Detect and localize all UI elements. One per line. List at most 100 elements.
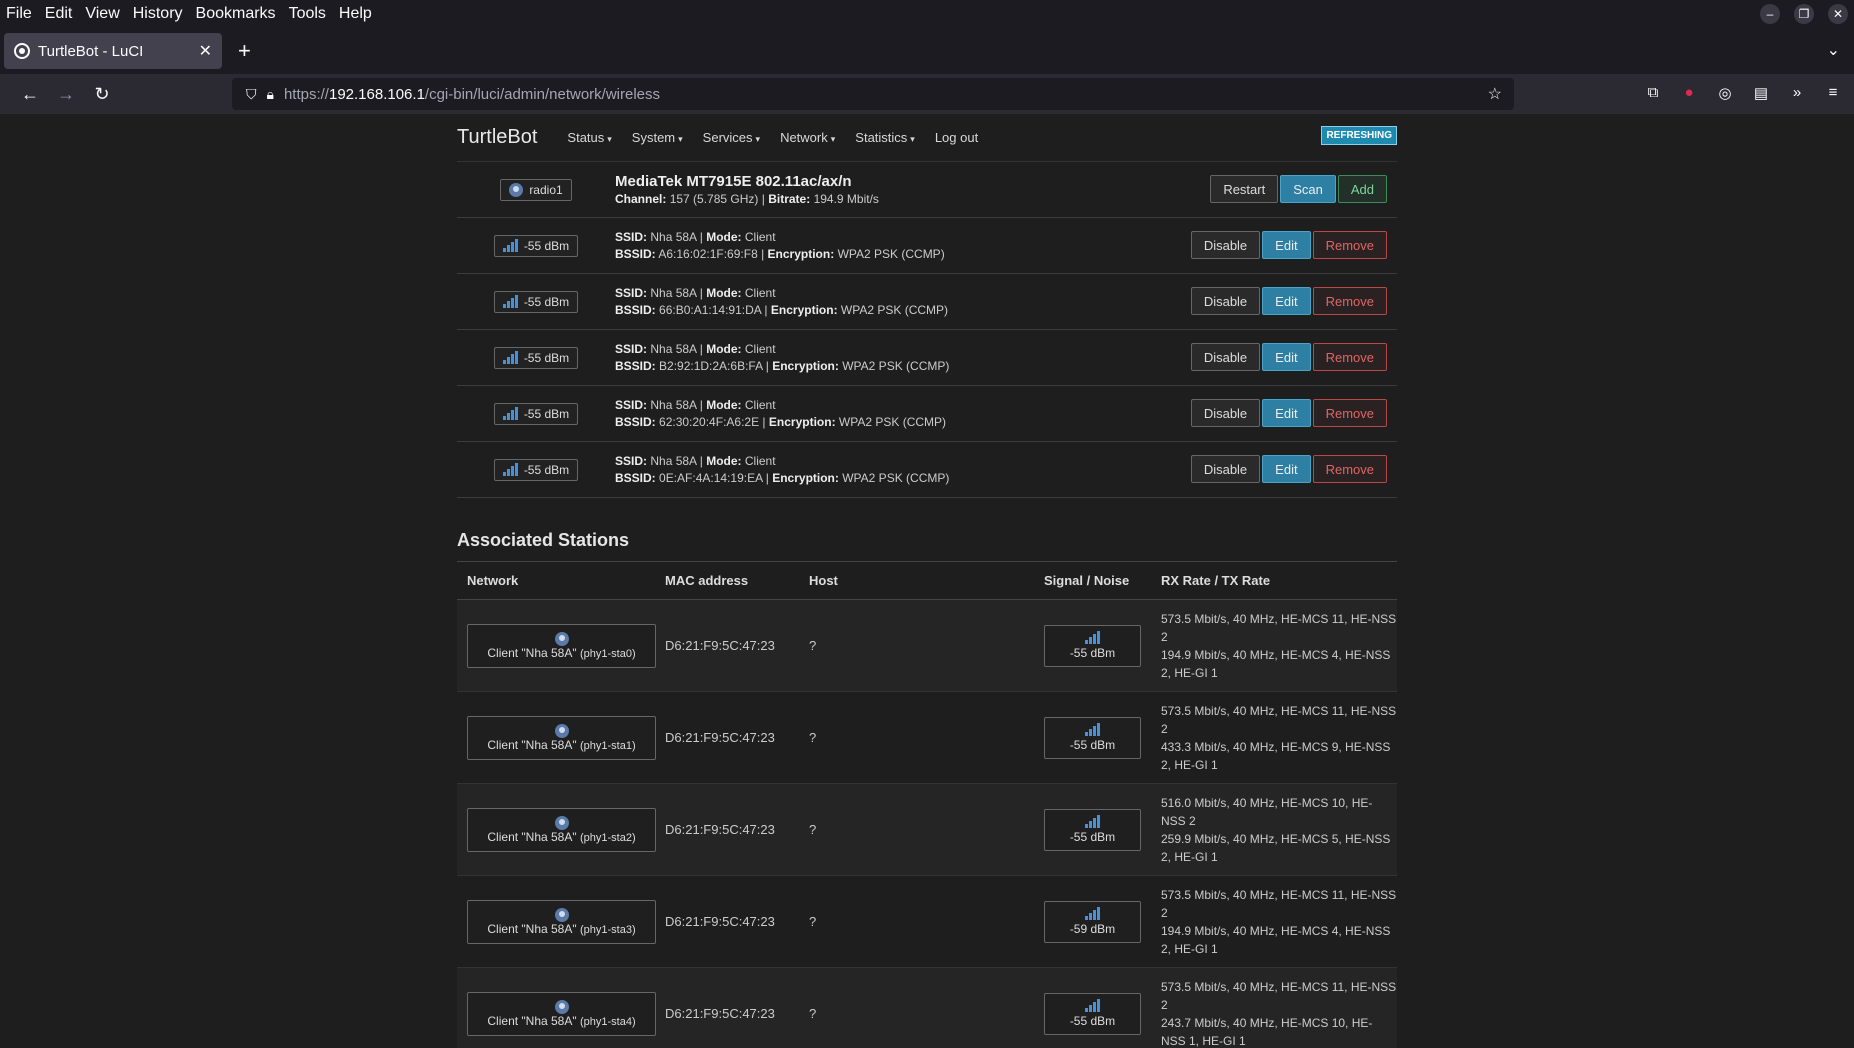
- signal-bars-icon: [502, 463, 518, 476]
- nav-statistics[interactable]: Statistics ▾: [855, 130, 915, 145]
- antenna-icon: [554, 631, 569, 646]
- nav-bar: ← → ↻ ⛉ 🔒︎ https://192.168.106.1/cgi-bin…: [0, 74, 1854, 114]
- hamburger-menu-icon[interactable]: ≡: [1824, 84, 1842, 102]
- disable-button[interactable]: Disable: [1190, 455, 1261, 483]
- network-badge[interactable]: Client "Nha 58A" (phy1-sta1): [467, 715, 656, 760]
- rx-rate: 516.0 Mbit/s, 40 MHz, HE-MCS 10, HE-NSS …: [1161, 795, 1373, 828]
- minimize-icon[interactable]: –: [1760, 4, 1780, 24]
- edit-button[interactable]: Edit: [1262, 287, 1311, 315]
- browser-tab[interactable]: TurtleBot - LuCI ✕: [4, 33, 222, 69]
- network-badge[interactable]: Client "Nha 58A" (phy1-sta2): [467, 807, 656, 852]
- tx-rate: 259.9 Mbit/s, 40 MHz, HE-MCS 5, HE-NSS 2…: [1161, 831, 1391, 864]
- window-controls: – ❐ ✕: [1760, 4, 1848, 24]
- edit-button[interactable]: Edit: [1262, 399, 1311, 427]
- remove-button[interactable]: Remove: [1312, 399, 1387, 427]
- add-button[interactable]: Add: [1337, 175, 1387, 203]
- signal-strength: -55 dBm: [523, 238, 570, 253]
- brand[interactable]: TurtleBot: [457, 126, 537, 149]
- rx-tx-rate: 573.5 Mbit/s, 40 MHz, HE-MCS 11, HE-NSS …: [1161, 978, 1397, 1048]
- nav-network[interactable]: Network ▾: [780, 130, 835, 145]
- remove-button[interactable]: Remove: [1312, 231, 1387, 259]
- mode-value: Client: [744, 229, 776, 244]
- forward-icon[interactable]: →: [48, 84, 84, 105]
- remove-button[interactable]: Remove: [1312, 455, 1387, 483]
- tab-bar: TurtleBot - LuCI ✕ + ⌄: [0, 28, 1854, 74]
- tab-title: TurtleBot - LuCI: [38, 42, 144, 60]
- privacy-glasses-icon[interactable]: ◎: [1716, 84, 1734, 102]
- mac-address: D6:21:F9:5C:47:23: [665, 822, 775, 837]
- menu-file[interactable]: File: [6, 5, 32, 23]
- ssid-value: Nha 58A: [650, 397, 697, 412]
- edit-button[interactable]: Edit: [1262, 455, 1311, 483]
- signal-badge: -55 dBm: [493, 402, 579, 425]
- antenna-icon: [509, 182, 524, 197]
- disable-button[interactable]: Disable: [1190, 399, 1261, 427]
- menu-view[interactable]: View: [85, 5, 119, 23]
- col-host: Host: [809, 573, 838, 588]
- radio-actions: Restart Scan Add: [1210, 175, 1387, 203]
- restore-icon[interactable]: ❐: [1794, 4, 1814, 24]
- signal-bars-icon: [502, 239, 518, 252]
- menu-tools[interactable]: Tools: [289, 5, 326, 23]
- reader-icon[interactable]: ▤: [1752, 84, 1770, 102]
- nav-status[interactable]: Status ▾: [567, 130, 611, 145]
- rx-rate: 573.5 Mbit/s, 40 MHz, HE-MCS 11, HE-NSS …: [1161, 887, 1397, 920]
- url-text[interactable]: https://192.168.106.1/cgi-bin/luci/admin…: [284, 86, 660, 103]
- bookmark-star-icon[interactable]: ☆: [1488, 84, 1502, 104]
- signal-strength: -55 dBm: [523, 406, 570, 421]
- close-tab-icon[interactable]: ✕: [199, 41, 212, 61]
- network-badge[interactable]: Client "Nha 58A" (phy1-sta4): [467, 991, 656, 1036]
- menu-history[interactable]: History: [133, 5, 183, 23]
- url-bar[interactable]: ⛉ 🔒︎ https://192.168.106.1/cgi-bin/luci/…: [232, 78, 1514, 110]
- luci-page: TurtleBot Status ▾ System ▾ Services ▾ Netw…: [0, 114, 1854, 1048]
- restart-button[interactable]: Restart: [1210, 175, 1279, 203]
- signal-bars-icon: [1085, 631, 1100, 644]
- lock-icon[interactable]: 🔒︎: [267, 86, 274, 103]
- menu-bookmarks[interactable]: Bookmarks: [196, 5, 276, 23]
- radio-row: radio1 MediaTek MT7915E 802.11ac/ax/n Ch…: [457, 162, 1397, 218]
- nav-services[interactable]: Services ▾: [703, 130, 760, 145]
- disable-button[interactable]: Disable: [1190, 287, 1261, 315]
- ssid-value: Nha 58A: [650, 453, 697, 468]
- close-window-icon[interactable]: ✕: [1828, 4, 1848, 24]
- refreshing-badge[interactable]: REFRESHING: [1321, 126, 1397, 145]
- wifi-network-row: -55 dBm SSID: Nha 58A | Mode: Client BSS…: [457, 218, 1397, 274]
- shield-icon[interactable]: ⛉: [246, 86, 257, 103]
- reload-icon[interactable]: ↻: [84, 84, 120, 105]
- back-icon[interactable]: ←: [12, 84, 48, 105]
- wifi-network-row: -55 dBm SSID: Nha 58A | Mode: Client BSS…: [457, 274, 1397, 330]
- scan-button[interactable]: Scan: [1280, 175, 1336, 203]
- wifi-network-row: -55 dBm SSID: Nha 58A | Mode: Client BSS…: [457, 330, 1397, 386]
- signal-badge: -55 dBm: [1044, 808, 1141, 851]
- nav-system[interactable]: System ▾: [632, 130, 683, 145]
- menu-help[interactable]: Help: [339, 5, 372, 23]
- remove-button[interactable]: Remove: [1312, 287, 1387, 315]
- remove-button[interactable]: Remove: [1312, 343, 1387, 371]
- network-badge[interactable]: Client "Nha 58A" (phy1-sta0): [467, 623, 656, 668]
- disable-button[interactable]: Disable: [1190, 231, 1261, 259]
- encryption-value: WPA2 PSK (CCMP): [840, 302, 949, 317]
- ssid-value: Nha 58A: [650, 341, 697, 356]
- mac-address: D6:21:F9:5C:47:23: [665, 1006, 775, 1021]
- signal-bars-icon: [502, 295, 518, 308]
- signal-strength: -55 dBm: [523, 350, 570, 365]
- nav-logout[interactable]: Log out: [935, 130, 978, 145]
- menu-edit[interactable]: Edit: [45, 5, 73, 23]
- list-tabs-icon[interactable]: ⌄: [1827, 40, 1840, 60]
- page-container: TurtleBot Status ▾ System ▾ Services ▾ Netw…: [457, 114, 1397, 1048]
- wifi-network-row: -55 dBm SSID: Nha 58A | Mode: Client BSS…: [457, 386, 1397, 442]
- disable-button[interactable]: Disable: [1190, 343, 1261, 371]
- signal-bars-icon: [1085, 723, 1100, 736]
- new-tab-icon[interactable]: +: [238, 38, 251, 64]
- host: ?: [809, 1006, 817, 1021]
- bssid-value: 0E:AF:4A:14:19:EA: [659, 470, 763, 485]
- mode-value: Client: [744, 341, 776, 356]
- extensions-icon[interactable]: ⧉: [1644, 84, 1662, 102]
- network-badge[interactable]: Client "Nha 58A" (phy1-sta3): [467, 899, 656, 944]
- ublock-icon[interactable]: ●: [1680, 84, 1698, 102]
- overflow-chevron-icon[interactable]: »: [1788, 84, 1806, 102]
- edit-button[interactable]: Edit: [1262, 231, 1311, 259]
- encryption-value: WPA2 PSK (CCMP): [837, 246, 945, 261]
- edit-button[interactable]: Edit: [1262, 343, 1311, 371]
- wifi-actions: Disable Edit Remove: [1190, 343, 1387, 371]
